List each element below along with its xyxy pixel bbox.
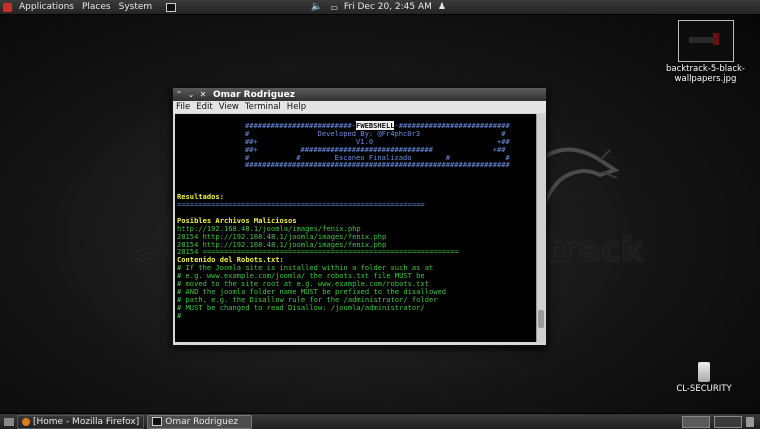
menu-help[interactable]: Help	[284, 102, 309, 112]
user-icon[interactable]: ♟	[438, 2, 446, 12]
system-menu[interactable]: System	[115, 2, 157, 12]
robots-line: # MUST be changed to read Disallow: /joo…	[177, 302, 425, 312]
distro-logo-icon[interactable]	[3, 2, 12, 12]
wallpaper-file-label: backtrack-5-black-wallpapers.jpg	[665, 64, 745, 84]
clock[interactable]: Fri Dec 20, 2:45 AM	[344, 2, 432, 12]
top-panel: Applications Places System 🔈 ▭ Fri Dec 2…	[0, 0, 760, 15]
terminal-scrollbar[interactable]	[536, 114, 545, 342]
menu-file[interactable]: File	[173, 102, 193, 112]
firefox-icon	[22, 417, 30, 426]
scrollbar-thumb[interactable]	[538, 310, 544, 328]
robots-line: #	[177, 310, 182, 320]
image-thumbnail-icon	[677, 20, 734, 62]
terminal-window[interactable]: ⌃ ⌄ ✕ Omar Rodriguez File Edit View Term…	[172, 87, 547, 346]
usb-drive-label: CL-SECURITY	[676, 384, 732, 394]
terminal-icon	[152, 417, 163, 426]
terminal-output[interactable]: #########################-FWEBSHELL-####…	[175, 114, 536, 342]
workspace-switcher[interactable]	[682, 415, 710, 428]
taskbar-terminal[interactable]: Omar Rodriguez	[147, 414, 253, 429]
window-minimize-icon[interactable]: ⌄	[185, 90, 197, 99]
menu-edit[interactable]: Edit	[193, 102, 215, 112]
taskbar-firefox-label: [Home - Mozilla Firefox]	[33, 416, 140, 427]
window-collapse-icon[interactable]: ⌃	[173, 90, 185, 99]
network-icon[interactable]: ▭	[330, 3, 338, 12]
wallpaper-brand-text: track	[545, 230, 644, 270]
menu-view[interactable]: View	[216, 102, 242, 112]
usb-stick-icon	[698, 362, 710, 382]
volume-icon[interactable]: 🔈	[311, 2, 322, 12]
applications-menu[interactable]: Applications	[15, 2, 78, 12]
window-titlebar[interactable]: ⌃ ⌄ ✕ Omar Rodriguez	[173, 88, 546, 101]
terminal-menubar: File Edit View Terminal Help	[173, 101, 546, 113]
workspace-switcher-2[interactable]	[714, 415, 742, 428]
separator-line: ========================================…	[177, 199, 425, 209]
terminal-launcher-icon[interactable]	[166, 2, 177, 12]
wallpaper-file-icon[interactable]: backtrack-5-black-wallpapers.jpg	[663, 20, 748, 84]
banner-line-6: ########################################…	[245, 160, 510, 170]
places-menu[interactable]: Places	[78, 2, 115, 12]
show-desktop-icon[interactable]	[4, 417, 14, 426]
usb-drive-icon[interactable]: CL-SECURITY	[672, 362, 736, 394]
window-close-icon[interactable]: ✕	[197, 90, 209, 99]
window-title: Omar Rodriguez	[213, 89, 295, 100]
trash-icon[interactable]	[746, 416, 754, 427]
taskbar-firefox[interactable]: [Home - Mozilla Firefox]	[17, 414, 145, 429]
taskbar-terminal-label: Omar Rodriguez	[165, 416, 239, 427]
menu-terminal[interactable]: Terminal	[242, 102, 284, 112]
bottom-panel: [Home - Mozilla Firefox] Omar Rodriguez	[0, 413, 760, 429]
